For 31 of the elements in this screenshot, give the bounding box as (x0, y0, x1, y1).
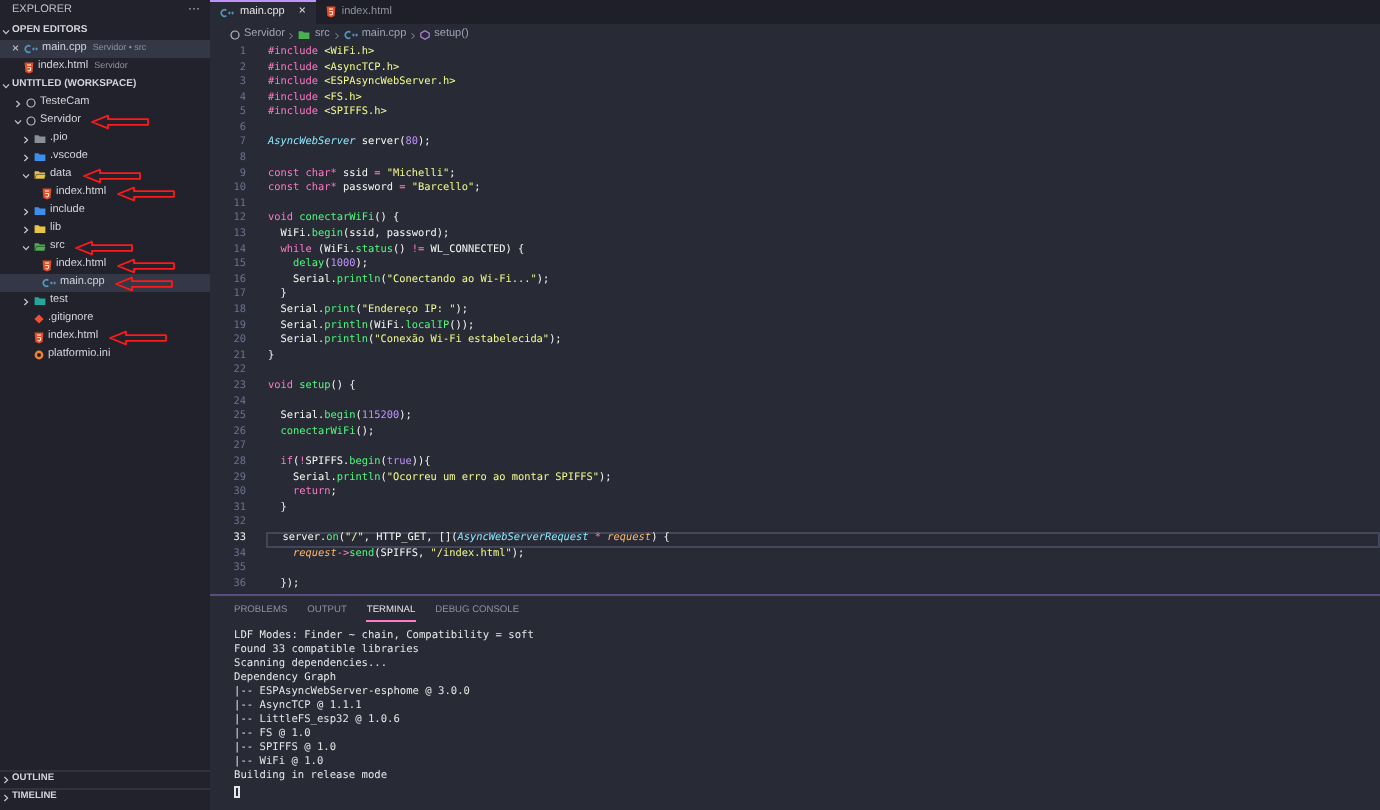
chevron-icon (410, 31, 417, 39)
cpp-file-icon (42, 278, 56, 288)
cpp-file-icon (24, 44, 38, 54)
platformio-icon (34, 350, 44, 360)
arrow-annotation-icon (90, 113, 151, 129)
chevron-icon (14, 117, 22, 125)
html-file-icon (325, 6, 336, 18)
chevron-icon (22, 207, 30, 215)
chevron-icon (22, 225, 30, 233)
chevron-icon (22, 243, 30, 251)
chevron-icon (22, 171, 30, 179)
cpp-file-icon (343, 30, 358, 40)
chevron-icon (22, 297, 30, 305)
git-icon (34, 314, 44, 324)
arrow-annotation-icon (108, 329, 169, 345)
folder-icon (298, 30, 311, 40)
chevron-icon (22, 153, 30, 161)
chevron-icon (333, 31, 340, 39)
chevron-icon (14, 99, 22, 107)
chevron-icon (288, 31, 295, 39)
html-file-icon (42, 187, 52, 199)
circle-icon (26, 116, 36, 126)
cube-icon (420, 30, 431, 40)
cpp-file-icon (220, 8, 234, 18)
circle-icon (230, 30, 240, 40)
terminal-cursor (234, 785, 240, 797)
html-file-icon (24, 61, 34, 73)
html-file-icon (34, 331, 44, 343)
chevron-icon (22, 135, 30, 143)
circle-icon (26, 98, 36, 108)
html-file-icon (42, 259, 52, 271)
